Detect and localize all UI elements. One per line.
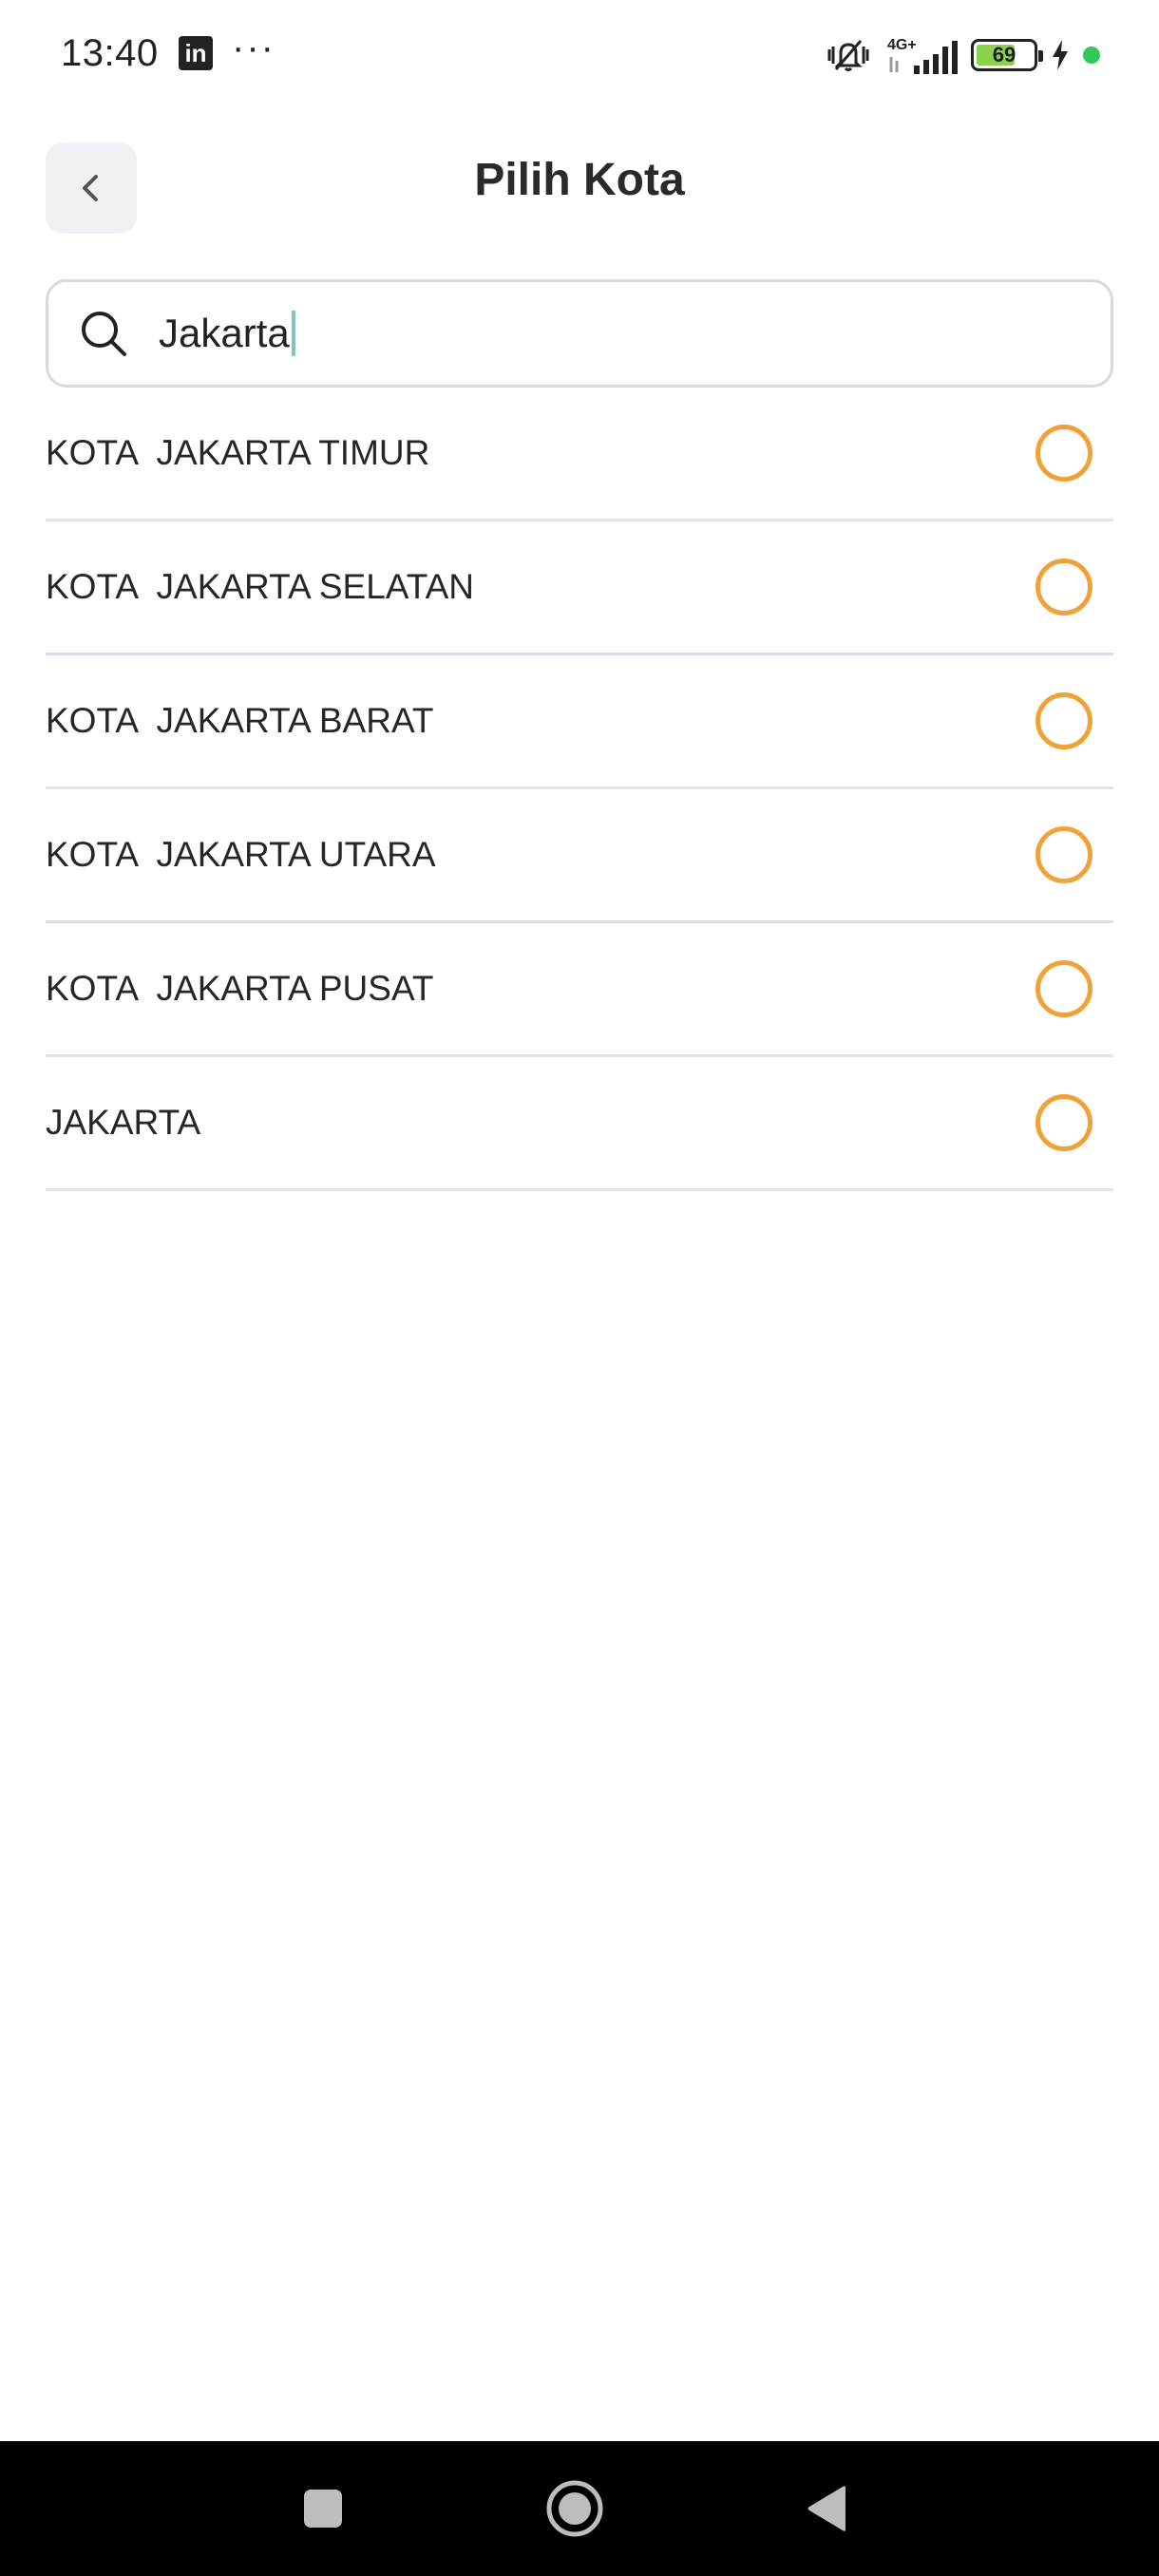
city-label: KOTA JAKARTA PUSAT (46, 969, 434, 1008)
vibrate-mute-icon (827, 40, 869, 71)
radio-button[interactable] (1036, 559, 1092, 616)
navigation-bar (0, 2441, 1159, 2576)
city-label: KOTA JAKARTA BARAT (46, 701, 434, 740)
radio-button[interactable] (1036, 960, 1092, 1017)
back-nav-button[interactable] (770, 2441, 884, 2576)
text-caret (291, 311, 295, 356)
city-label: KOTA JAKARTA TIMUR (46, 433, 430, 472)
list-item[interactable]: KOTA JAKARTA PUSAT (46, 923, 1113, 1057)
city-label: KOTA JAKARTA SELATAN (46, 567, 474, 606)
city-label: KOTA JAKARTA UTARA (46, 835, 436, 874)
list-item[interactable]: KOTA JAKARTA BARAT (46, 655, 1113, 789)
list-item[interactable]: KOTA JAKARTA UTARA (46, 789, 1113, 923)
signal-icon: 4G+ (887, 37, 958, 74)
linkedin-icon: in (179, 36, 213, 70)
list-item[interactable]: KOTA JAKARTA TIMUR (46, 388, 1113, 521)
radio-button[interactable] (1036, 826, 1092, 883)
search-field[interactable]: Jakarta (46, 279, 1113, 388)
radio-button[interactable] (1036, 425, 1092, 482)
city-label: JAKARTA (46, 1103, 201, 1142)
radio-button[interactable] (1036, 692, 1092, 749)
charging-icon (1053, 40, 1068, 70)
city-list: KOTA JAKARTA TIMUR KOTA JAKARTA SELATAN … (46, 388, 1113, 1191)
home-button[interactable] (518, 2441, 632, 2576)
search-input-value: Jakarta (159, 311, 290, 355)
list-item[interactable]: KOTA JAKARTA SELATAN (46, 521, 1113, 655)
privacy-dot-icon (1083, 47, 1100, 64)
network-type-label: 4G+ (887, 37, 917, 53)
more-icon: ··· (232, 27, 276, 68)
home-icon (546, 2480, 603, 2537)
list-item[interactable]: JAKARTA (46, 1057, 1113, 1191)
page-title: Pilih Kota (474, 155, 685, 205)
search-input[interactable]: Jakarta (159, 311, 295, 356)
back-icon (808, 2486, 846, 2531)
status-bar: 13:40 in ··· 4G+ 69 (0, 0, 1159, 112)
battery-level: 69 (992, 43, 1016, 66)
search-icon (77, 307, 130, 360)
battery-icon: 69 (971, 39, 1043, 71)
status-icons: 4G+ 69 (825, 34, 1100, 76)
radio-button[interactable] (1036, 1094, 1092, 1151)
recent-apps-icon (304, 2490, 342, 2528)
status-time: 13:40 (61, 32, 159, 74)
recent-apps-button[interactable] (266, 2441, 380, 2576)
